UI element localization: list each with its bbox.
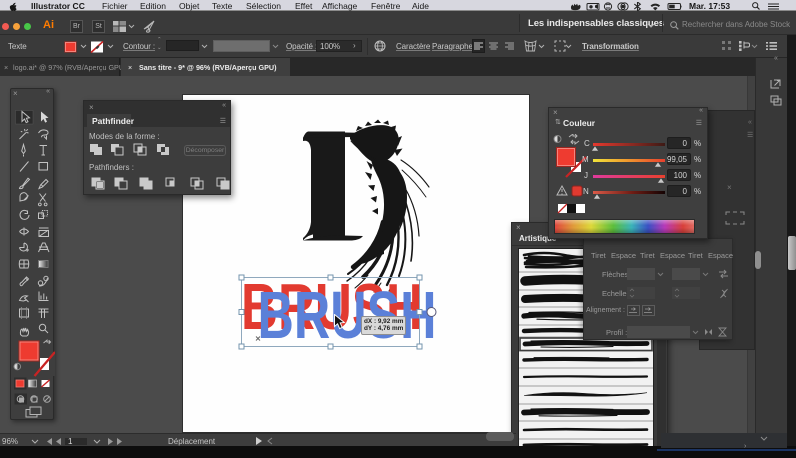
svg-text:BRUSH: BRUSH [258, 278, 437, 353]
